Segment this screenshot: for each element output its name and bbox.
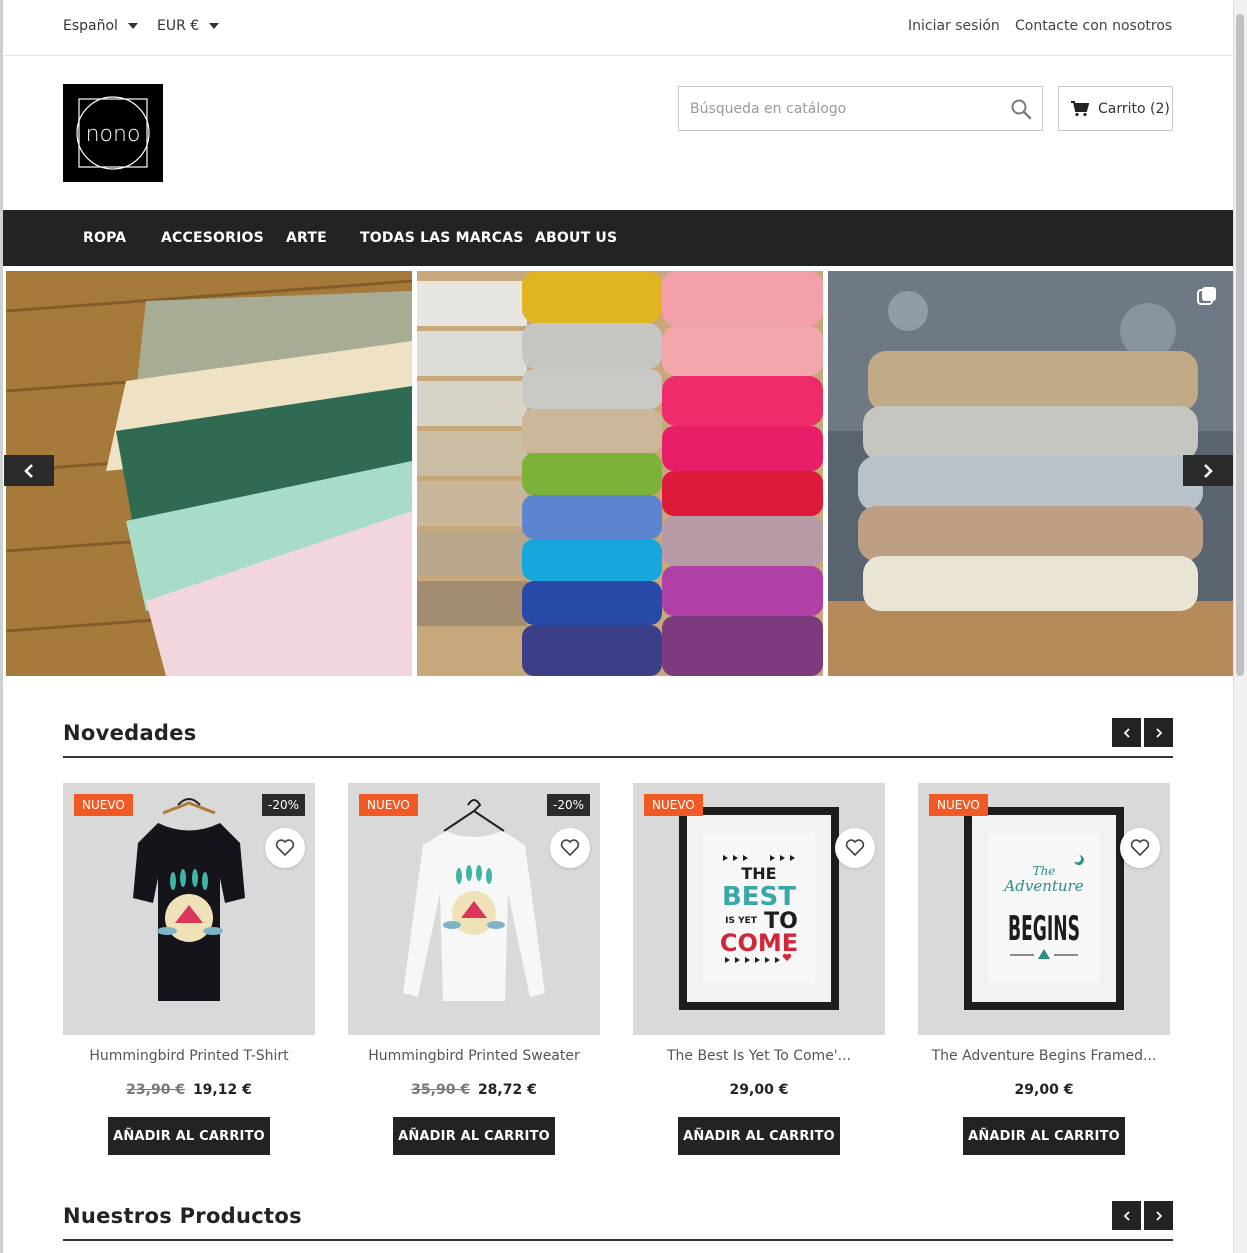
product-price: 29,00 €	[633, 1082, 885, 1098]
our-products-prev-button[interactable]	[1112, 1201, 1141, 1230]
chevron-right-icon	[1204, 463, 1213, 478]
hero-slider[interactable]	[6, 271, 1233, 676]
chevron-left-icon	[24, 463, 33, 478]
wishlist-button[interactable]	[550, 828, 590, 868]
product-price: 29,00 €	[918, 1082, 1170, 1098]
wishlist-button[interactable]	[1120, 828, 1160, 868]
chevron-left-icon	[1123, 727, 1130, 738]
add-to-cart-button[interactable]: AÑADIR AL CARRITO	[393, 1117, 555, 1155]
logo-icon: nono	[76, 96, 150, 170]
cart-button[interactable]: Carrito (2)	[1058, 86, 1173, 131]
heart-icon	[275, 839, 295, 857]
old-price: 23,90 €	[126, 1082, 186, 1098]
chevron-down-icon	[209, 23, 220, 29]
product-card[interactable]: The Adventure BEGINS NUEVO The Adventure…	[918, 783, 1170, 1155]
new-badge: NUEVO	[644, 794, 703, 816]
slider-next-button[interactable]	[1183, 455, 1233, 486]
product-name[interactable]: The Adventure Begins Framed...	[918, 1048, 1170, 1064]
cart-icon	[1071, 100, 1089, 116]
our-products-title: Nuestros Productos	[63, 1204, 302, 1228]
store-logo[interactable]: nono	[63, 84, 163, 182]
poster-text: BEGINS	[1008, 909, 1080, 949]
chevron-left-icon	[1123, 1210, 1130, 1221]
new-badge: NUEVO	[359, 794, 418, 816]
contact-link[interactable]: Contacte con nosotros	[1015, 18, 1172, 34]
product-card[interactable]: THE BEST IS YET TO COME NUEVO The Best I…	[633, 783, 885, 1155]
current-price: 19,12 €	[192, 1082, 252, 1098]
chevron-down-icon	[127, 23, 138, 29]
section-divider	[63, 1239, 1173, 1241]
product-image-poster-adventure[interactable]: The Adventure BEGINS NUEVO	[918, 783, 1170, 1035]
language-selector[interactable]: Español	[63, 18, 138, 34]
product-name[interactable]: Hummingbird Printed Sweater	[348, 1048, 600, 1064]
product-name[interactable]: The Best Is Yet To Come'...	[633, 1048, 885, 1064]
product-image-poster-best[interactable]: THE BEST IS YET TO COME NUEVO	[633, 783, 885, 1035]
heart-icon	[845, 839, 865, 857]
product-price: 23,90 € 19,12 €	[63, 1082, 315, 1098]
nav-item-ropa[interactable]: ROPA	[83, 230, 126, 246]
our-products-next-button[interactable]	[1144, 1201, 1173, 1230]
language-label: Español	[63, 18, 118, 34]
new-products-prev-button[interactable]	[1112, 718, 1141, 747]
chevron-right-icon	[1155, 727, 1162, 738]
add-to-cart-button[interactable]: AÑADIR AL CARRITO	[963, 1117, 1125, 1155]
new-products-next-button[interactable]	[1144, 718, 1173, 747]
product-card[interactable]: NUEVO -20% Hummingbird Printed T-Shirt 2…	[63, 783, 315, 1155]
top-bar: Español EUR € Iniciar sesión Contacte co…	[3, 0, 1233, 56]
new-products-title: Novedades	[63, 721, 197, 745]
add-to-cart-button[interactable]: AÑADIR AL CARRITO	[108, 1117, 270, 1155]
poster-text: Adventure	[1002, 877, 1083, 895]
nav-item-todas-las-marcas[interactable]: TODAS LAS MARCAS	[360, 230, 524, 246]
product-name[interactable]: Hummingbird Printed T-Shirt	[63, 1048, 315, 1064]
product-price: 35,90 € 28,72 €	[348, 1082, 600, 1098]
slide-image-sheets	[6, 271, 412, 676]
fullscreen-icon[interactable]	[1196, 285, 1218, 307]
discount-badge: -20%	[261, 794, 305, 816]
window-left-edge	[0, 0, 3, 1253]
poster-text: COME	[720, 929, 798, 957]
poster-text: BEST	[722, 882, 796, 912]
logo-text: nono	[86, 122, 141, 147]
old-price: 35,90 €	[411, 1082, 471, 1098]
nav-item-about-us[interactable]: ABOUT US	[535, 230, 617, 246]
nav-item-arte[interactable]: ARTE	[286, 230, 327, 246]
heart-icon	[1130, 839, 1150, 857]
currency-selector[interactable]: EUR €	[157, 18, 220, 34]
add-to-cart-button[interactable]: AÑADIR AL CARRITO	[678, 1117, 840, 1155]
heart-icon	[560, 839, 580, 857]
poster-text: IS YET	[725, 916, 758, 926]
poster-text: The	[1033, 864, 1056, 878]
current-price: 29,00 €	[729, 1082, 789, 1098]
current-price: 29,00 €	[1014, 1082, 1074, 1098]
slide-image-towels	[417, 271, 823, 676]
wishlist-button[interactable]	[835, 828, 875, 868]
search-box[interactable]	[678, 86, 1043, 131]
nav-item-accesorios[interactable]: ACCESORIOS	[161, 230, 264, 246]
poster-text: THE	[741, 864, 776, 883]
login-link[interactable]: Iniciar sesión	[908, 18, 1000, 34]
current-price: 28,72 €	[477, 1082, 537, 1098]
product-image-tshirt[interactable]: NUEVO -20%	[63, 783, 315, 1035]
currency-label: EUR €	[157, 18, 200, 34]
cart-label: Carrito (2)	[1098, 100, 1170, 117]
new-badge: NUEVO	[74, 794, 133, 816]
section-divider	[63, 756, 1173, 758]
main-navigation: ROPA ACCESORIOS ARTE TODAS LAS MARCAS AB…	[3, 210, 1233, 266]
product-image-sweater[interactable]: NUEVO -20%	[348, 783, 600, 1035]
slider-prev-button[interactable]	[4, 455, 54, 486]
search-icon[interactable]	[1010, 98, 1032, 120]
wishlist-button[interactable]	[265, 828, 305, 868]
slide-image-bedding	[828, 271, 1233, 676]
search-input[interactable]	[679, 87, 989, 130]
discount-badge: -20%	[546, 794, 590, 816]
scrollbar-thumb[interactable]	[1236, 14, 1244, 676]
product-card[interactable]: NUEVO -20% Hummingbird Printed Sweater 3…	[348, 783, 600, 1155]
chevron-right-icon	[1155, 1210, 1162, 1221]
new-badge: NUEVO	[929, 794, 988, 816]
